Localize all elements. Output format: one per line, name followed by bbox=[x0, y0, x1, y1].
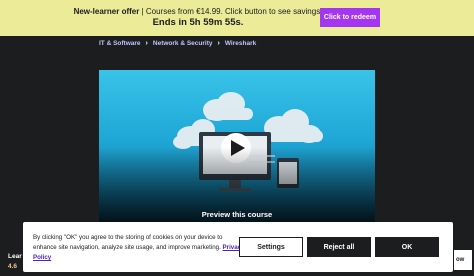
sticky-course-title: Lear bbox=[8, 253, 22, 260]
promo-strong: New-learner offer bbox=[73, 7, 140, 16]
promo-message: New-learner offer | Courses from €14.99.… bbox=[68, 6, 328, 28]
chevron-right-icon: › bbox=[145, 40, 148, 47]
cookie-ok-button[interactable]: OK bbox=[375, 237, 439, 257]
cookie-text: By clicking "OK" you agree to the storin… bbox=[33, 234, 223, 251]
course-preview[interactable]: Preview this course bbox=[99, 70, 375, 224]
promo-detail: | Courses from €14.99. Click button to s… bbox=[139, 7, 323, 16]
sticky-action-button[interactable]: ow bbox=[454, 250, 472, 270]
preview-title: Preview this course bbox=[201, 210, 273, 219]
promo-banner: New-learner offer | Courses from €14.99.… bbox=[0, 0, 474, 36]
sticky-rating: 4.6 bbox=[8, 263, 18, 270]
breadcrumb-wireshark[interactable]: Wireshark bbox=[225, 40, 256, 47]
redeem-button[interactable]: Click to redeem bbox=[320, 8, 380, 27]
breadcrumb-network-security[interactable]: Network & Security bbox=[153, 40, 213, 47]
preview-shade bbox=[99, 70, 375, 224]
cookie-message: By clicking "OK" you agree to the storin… bbox=[33, 233, 245, 263]
cookie-settings-button[interactable]: Settings bbox=[239, 237, 303, 257]
cookie-banner: By clicking "OK" you agree to the storin… bbox=[23, 222, 453, 272]
promo-countdown: Ends in 5h 59m 55s. bbox=[152, 17, 244, 28]
cookie-reject-button[interactable]: Reject all bbox=[307, 237, 371, 257]
breadcrumb-it-software[interactable]: IT & Software bbox=[99, 40, 141, 47]
breadcrumb: IT & Software › Network & Security › Wir… bbox=[99, 40, 256, 47]
chevron-right-icon: › bbox=[217, 40, 220, 47]
